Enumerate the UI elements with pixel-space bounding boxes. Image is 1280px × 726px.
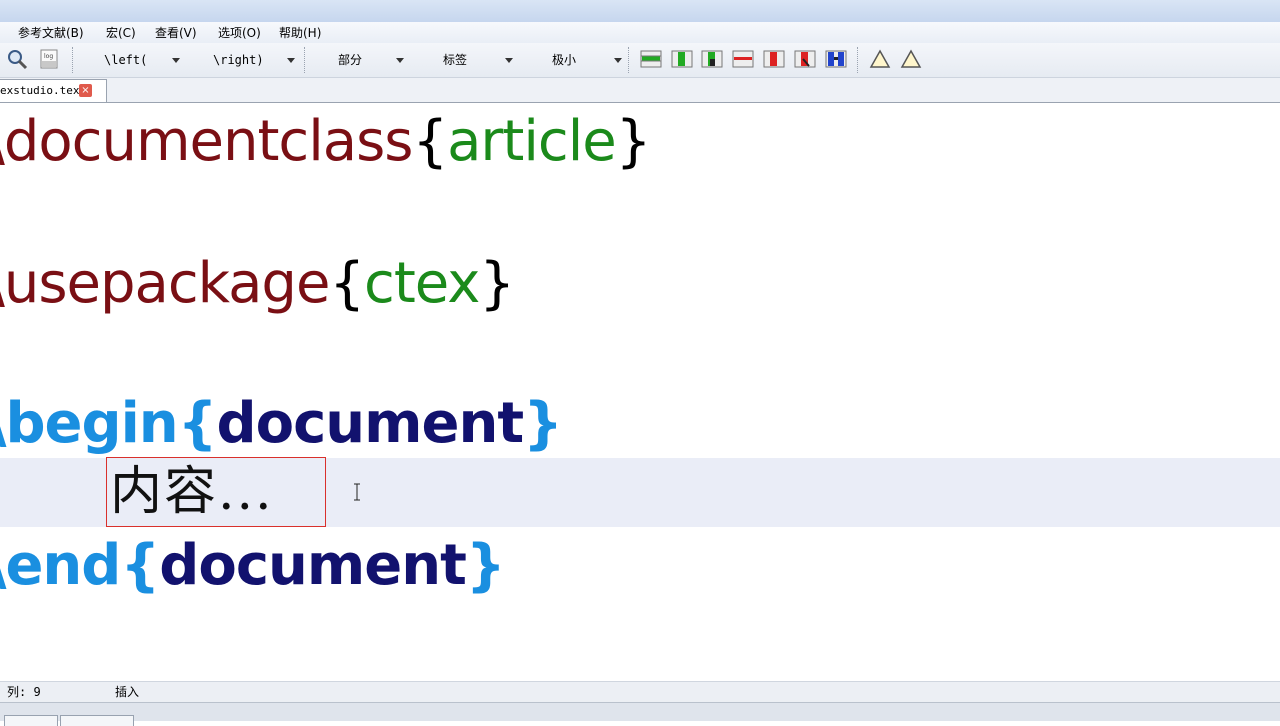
- right-delimiter-dropdown[interactable]: \right): [213, 50, 295, 70]
- svg-text:log: log: [44, 53, 53, 60]
- latex-argument: ctex: [364, 251, 480, 316]
- bottom-panel-tab[interactable]: [4, 715, 58, 726]
- bottom-panel-tab[interactable]: [60, 715, 134, 726]
- editor-line-5: \end{document}: [0, 531, 506, 601]
- insert-mode-indicator: 插入: [115, 685, 140, 699]
- toolbar-separator: [72, 47, 74, 73]
- document-tab-bar: exstudio.tex ×: [0, 78, 1280, 103]
- chevron-down-icon: [614, 58, 622, 63]
- open-brace: {: [412, 109, 448, 174]
- close-brace: }: [615, 109, 652, 174]
- chevron-down-icon: [505, 58, 513, 63]
- left-delimiter-value: \left(: [104, 53, 148, 67]
- search-icon[interactable]: [6, 48, 28, 70]
- size-value: 极小: [552, 53, 577, 67]
- close-brace: }: [523, 391, 563, 456]
- add-column-icon[interactable]: [671, 48, 693, 70]
- bottom-panel-strip: [0, 702, 1280, 726]
- align-column-icon[interactable]: [701, 48, 723, 70]
- toolbar-separator: [857, 47, 859, 73]
- warning-next-icon[interactable]: [900, 48, 922, 70]
- menu-bar: 参考文献(B) 宏(C) 查看(V) 选项(O) 帮助(H): [0, 22, 1280, 44]
- toolbar-separator: [304, 47, 306, 73]
- close-brace: }: [479, 251, 515, 316]
- remove-column-icon[interactable]: [763, 48, 785, 70]
- latex-command: \begin: [0, 391, 179, 456]
- section-value: 部分: [338, 53, 363, 67]
- chevron-down-icon: [172, 58, 180, 63]
- section-dropdown[interactable]: 部分: [338, 50, 404, 70]
- open-brace: {: [177, 391, 218, 456]
- menu-bibliography[interactable]: 参考文献(B): [18, 25, 84, 41]
- menu-help[interactable]: 帮助(H): [279, 25, 321, 41]
- close-brace: }: [465, 533, 506, 598]
- swap-column-icon[interactable]: [825, 48, 847, 70]
- body-content-text: 内容...: [110, 462, 274, 522]
- latex-argument: article: [447, 109, 617, 174]
- warning-icon[interactable]: [869, 48, 891, 70]
- chevron-down-icon: [287, 58, 295, 63]
- tab-label: exstudio.tex: [0, 84, 80, 97]
- label-dropdown[interactable]: 标签: [443, 50, 513, 70]
- text-cursor-icon: [352, 483, 362, 501]
- right-delimiter-value: \right): [213, 53, 264, 67]
- tab-exstudio[interactable]: exstudio.tex ×: [0, 79, 107, 102]
- menu-options[interactable]: 选项(O): [218, 25, 261, 41]
- menu-view[interactable]: 查看(V): [155, 25, 197, 41]
- chevron-down-icon: [396, 58, 404, 63]
- open-brace: {: [329, 251, 365, 316]
- add-row-icon[interactable]: [640, 48, 662, 70]
- editor-line-3: \begin{document}: [0, 389, 563, 459]
- editor-line-2: \usepackage{ctex}: [0, 249, 515, 319]
- open-brace: {: [120, 533, 160, 598]
- menu-macros[interactable]: 宏(C): [106, 25, 136, 41]
- latex-argument: document: [216, 391, 525, 456]
- window-title-strip: [0, 0, 1280, 22]
- label-value: 标签: [443, 53, 468, 67]
- latex-argument: document: [159, 533, 467, 598]
- latex-command: \end: [0, 533, 121, 598]
- log-icon[interactable]: log: [38, 48, 60, 70]
- delete-column-icon[interactable]: [794, 48, 816, 70]
- size-dropdown[interactable]: 极小: [552, 50, 622, 70]
- toolbar-separator: [628, 47, 630, 73]
- code-editor[interactable]: \documentclass{article} \usepackage{ctex…: [0, 103, 1280, 680]
- latex-command: \documentclass: [0, 109, 413, 174]
- left-delimiter-dropdown[interactable]: \left(: [104, 50, 180, 70]
- remove-row-icon[interactable]: [732, 48, 754, 70]
- editor-line-1: \documentclass{article}: [0, 107, 652, 177]
- status-bar: 列: 9 插入: [0, 681, 1280, 702]
- column-indicator: 列: 9: [7, 685, 41, 699]
- latex-command: \usepackage: [0, 251, 330, 316]
- toolbar: log \left( \right) 部分 标签 极小: [0, 43, 1280, 78]
- close-icon[interactable]: ×: [79, 84, 92, 97]
